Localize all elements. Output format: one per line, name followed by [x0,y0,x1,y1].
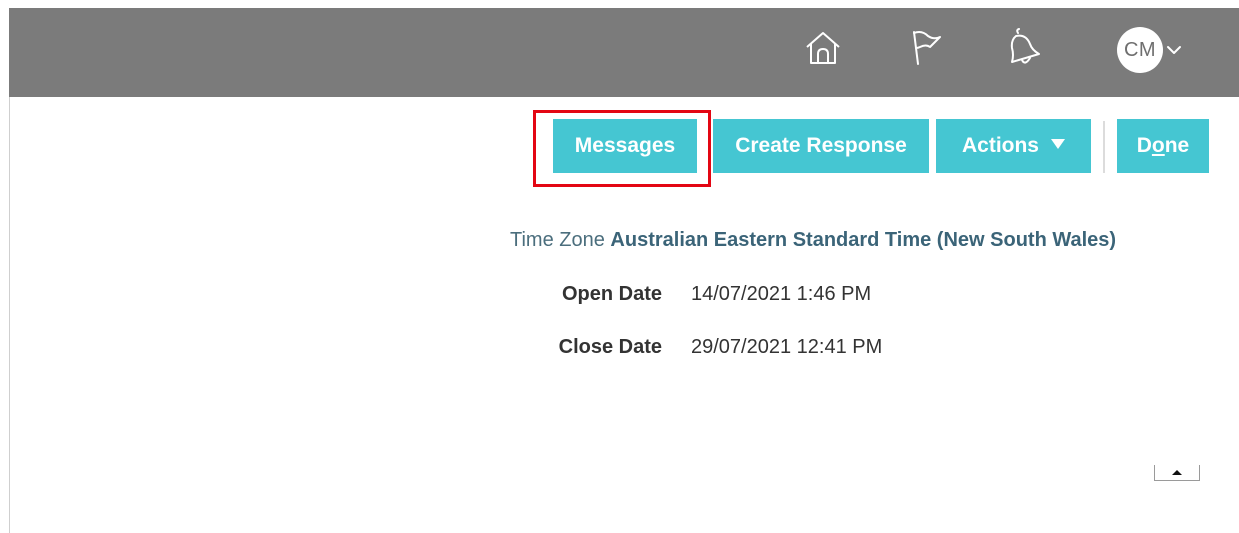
actions-label: Actions [961,134,1039,157]
close-date-value: 29/07/2021 12:41 PM [691,336,883,358]
time-zone-label: Time Zone [510,229,605,251]
scroll-to-top-button[interactable] [1154,465,1200,481]
page: CM Messages Create Response Actions Do ne… [0,0,1239,533]
caret-up-icon [1172,470,1182,475]
actions-menu-button[interactable]: Actions [936,119,1091,173]
done-label-post: ne [1164,134,1190,157]
content-border [9,97,10,533]
create-response-label: Create Response [735,134,907,157]
chevron-down-icon[interactable] [1164,40,1184,60]
time-zone-line: Time Zone Australian Eastern Standard Ti… [510,229,1116,252]
toolbar-separator [1103,121,1105,173]
time-zone-value: Australian Eastern Standard Time (New So… [610,229,1117,251]
open-date-value: 14/07/2021 1:46 PM [691,283,872,305]
caret-down-icon [1051,139,1065,149]
done-button[interactable]: Do ne [1117,119,1209,173]
bell-icon[interactable] [1002,26,1046,70]
user-avatar[interactable]: CM [1117,27,1163,73]
home-icon[interactable] [801,26,845,70]
global-header [9,8,1239,97]
done-label-accesskey: o [1151,134,1165,157]
done-label-pre: D [1136,134,1152,157]
open-date-label: Open Date [561,283,662,305]
flag-icon[interactable] [904,26,948,70]
messages-button[interactable]: Messages [553,119,697,173]
close-date-label: Close Date [558,336,662,358]
messages-button-label: Messages [574,134,676,157]
avatar-initials: CM [1123,38,1157,61]
create-response-button[interactable]: Create Response [713,119,929,173]
